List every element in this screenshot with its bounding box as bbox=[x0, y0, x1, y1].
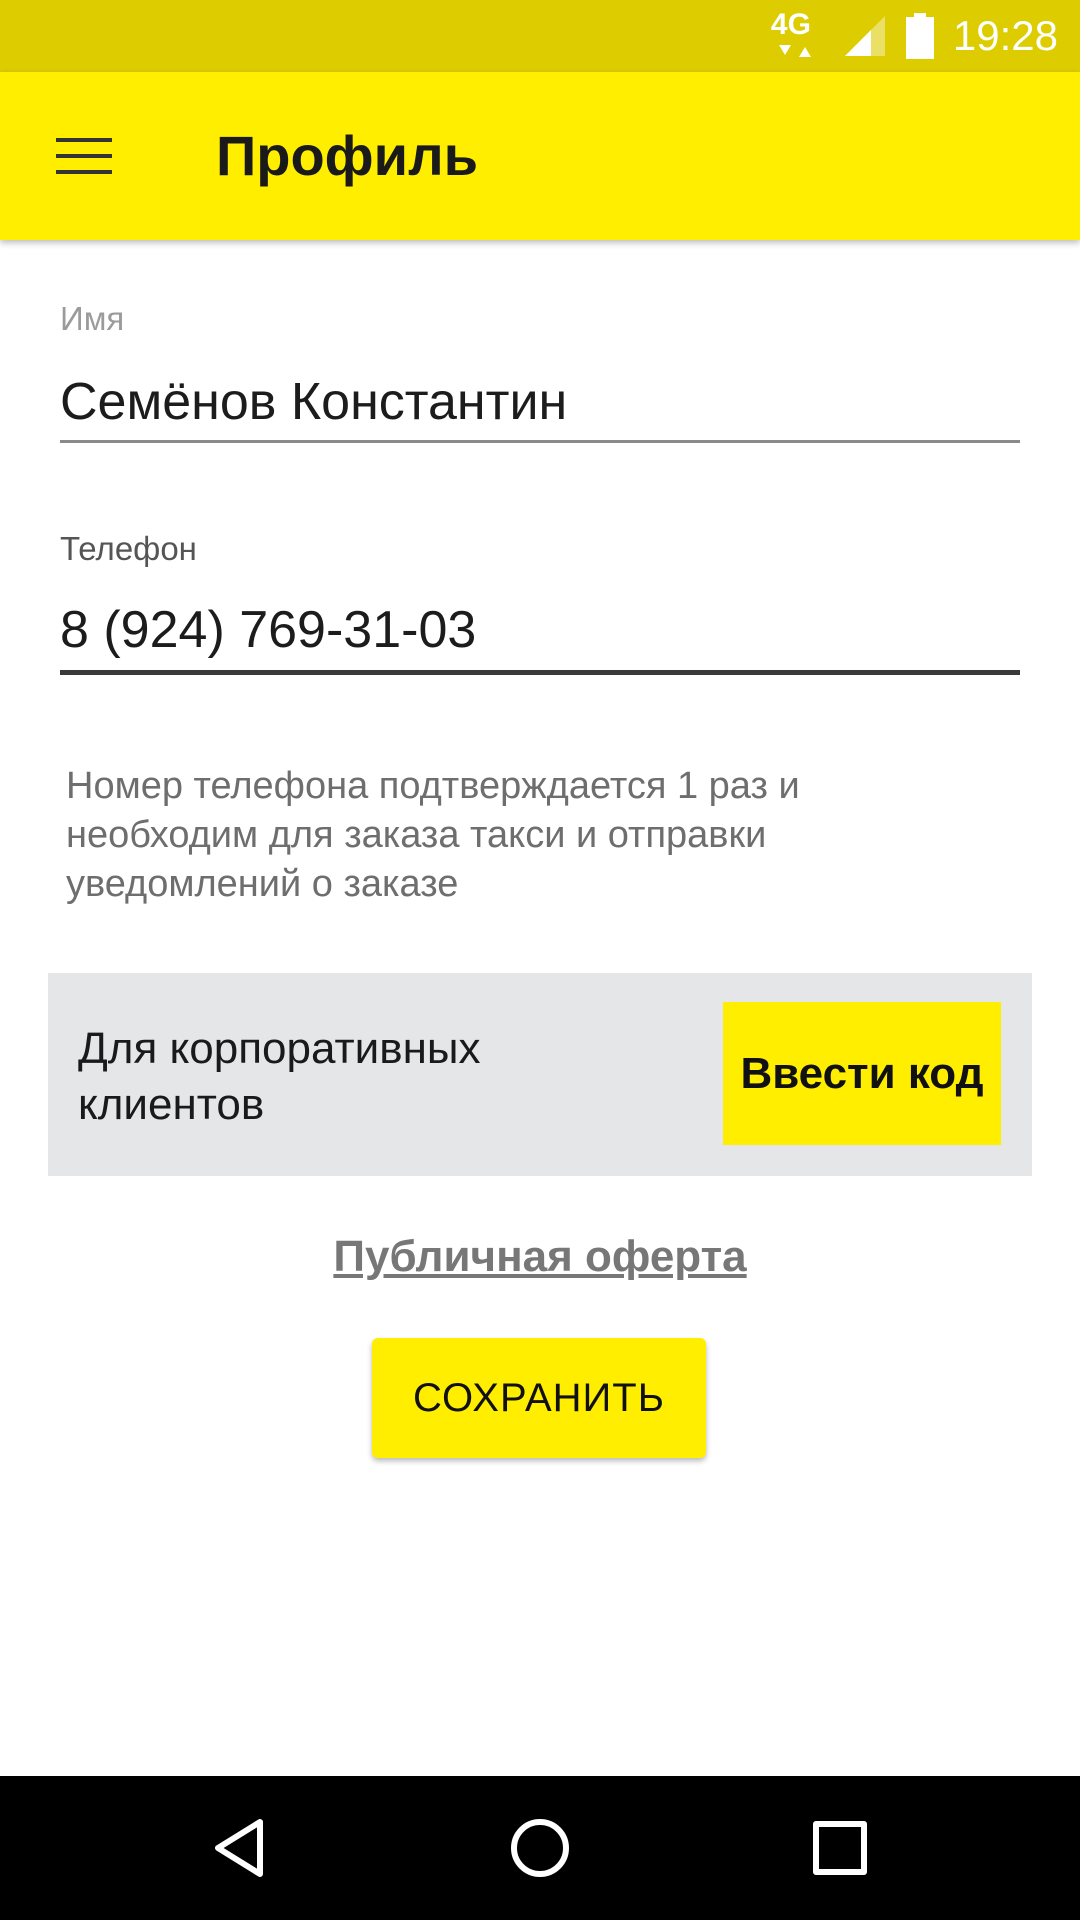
nav-home-button[interactable] bbox=[490, 1798, 590, 1898]
nav-home-icon bbox=[511, 1819, 569, 1877]
public-offer-link[interactable]: Публичная оферта bbox=[0, 1232, 1080, 1282]
nav-back-icon bbox=[215, 1819, 263, 1877]
name-underline bbox=[60, 440, 1020, 443]
battery-icon bbox=[905, 13, 934, 59]
name-field[interactable]: Семёнов Константин bbox=[60, 372, 567, 432]
phone-label: Телефон bbox=[60, 530, 197, 567]
phone-hint-text: Номер телефона подтверждается 1 раз и не… bbox=[66, 765, 800, 905]
status-bar: 4G 19:28 bbox=[0, 0, 1080, 72]
signal-icon bbox=[844, 16, 885, 56]
network-type-label: 4G bbox=[770, 8, 811, 41]
page-title: Профиль bbox=[216, 124, 479, 187]
name-label: Имя bbox=[60, 300, 125, 337]
nav-recent-button[interactable] bbox=[790, 1798, 890, 1898]
corporate-text: Для корпоративных клиентов bbox=[78, 1024, 481, 1129]
status-icons: 4G 19:28 bbox=[769, 0, 1058, 72]
phone-underline bbox=[60, 670, 1020, 675]
navigation-bar bbox=[0, 1776, 1080, 1920]
phone-field[interactable]: 8 (924) 769-31-03 bbox=[60, 600, 476, 660]
nav-back-button[interactable] bbox=[190, 1798, 290, 1898]
data-arrows-icon bbox=[778, 45, 811, 57]
hamburger-menu-icon bbox=[56, 138, 112, 174]
corporate-card: Для корпоративных клиентов Ввести код bbox=[48, 973, 1032, 1176]
status-time: 19:28 bbox=[952, 12, 1058, 59]
nav-recent-icon bbox=[813, 1821, 867, 1875]
save-button[interactable]: СОХРАНИТЬ bbox=[372, 1338, 706, 1458]
menu-button[interactable] bbox=[40, 116, 128, 196]
app-bar: Профиль bbox=[0, 72, 1080, 240]
enter-code-button[interactable]: Ввести код bbox=[723, 1002, 1001, 1145]
network-type-icon: 4G bbox=[769, 8, 825, 64]
